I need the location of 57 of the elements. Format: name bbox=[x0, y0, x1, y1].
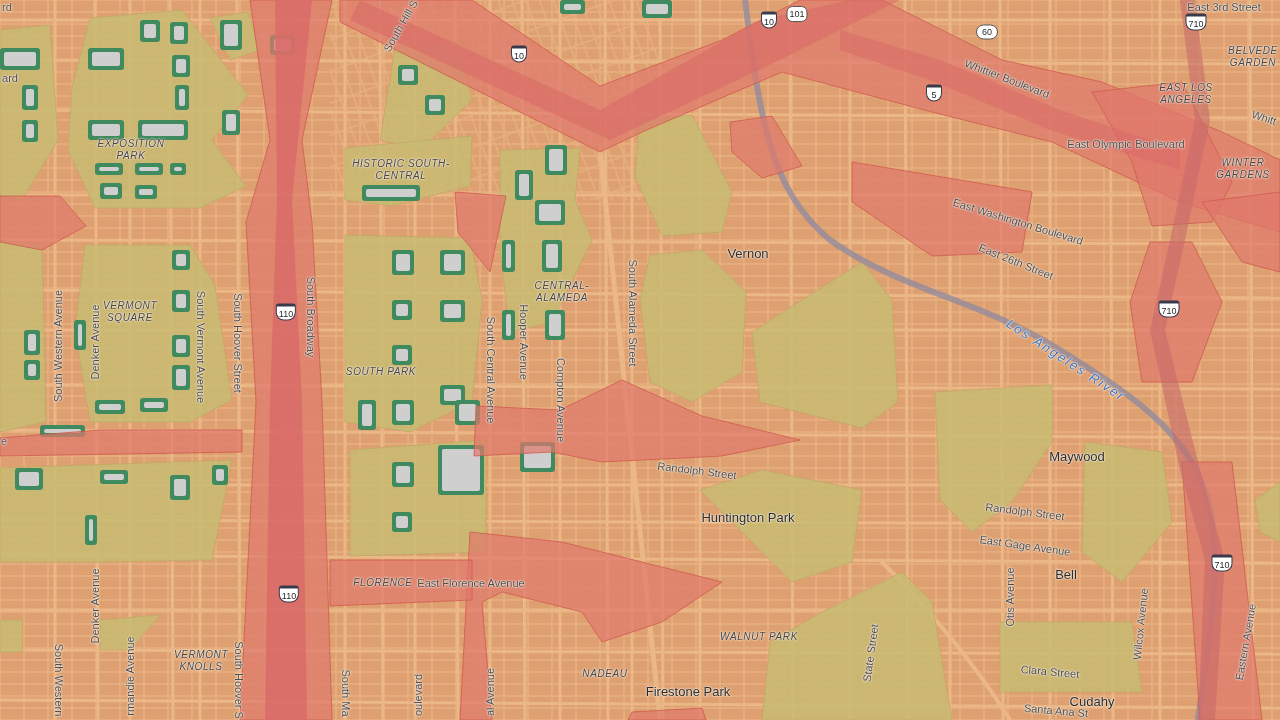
city-label: Huntington Park bbox=[701, 509, 795, 525]
street-label: Denker Avenue bbox=[88, 568, 102, 644]
street-label: South Western Avenue bbox=[51, 289, 65, 403]
street-label: South Ma bbox=[338, 669, 352, 717]
neighborhood-label: WALNUT PARK bbox=[720, 631, 798, 643]
city-label: Vernon bbox=[727, 245, 769, 261]
street-label: State Street bbox=[860, 623, 882, 683]
neighborhood-label: WINTER GARDENS bbox=[1216, 157, 1270, 181]
street-label: East 26th Street bbox=[977, 241, 1055, 283]
street-label: South Central Avenue bbox=[483, 316, 497, 424]
route-shield: 710 bbox=[1158, 300, 1180, 318]
street-label: South Alameda Street bbox=[625, 259, 639, 367]
street-label: South Western bbox=[51, 643, 65, 717]
route-shield: 710 bbox=[1211, 554, 1233, 572]
neighborhood-label: HISTORIC SOUTH- CENTRAL bbox=[352, 158, 450, 182]
street-label: Compton Avenue bbox=[553, 357, 567, 443]
street-label: South Vermont Avenue bbox=[193, 290, 207, 404]
street-label: South Hoover Street bbox=[230, 293, 244, 393]
route-shield: 5 bbox=[926, 84, 942, 102]
route-shield: 110 bbox=[278, 585, 300, 603]
neighborhood-label: NADEAU bbox=[582, 668, 628, 680]
route-shield: 101 bbox=[786, 6, 808, 22]
street-label: Randolph Street bbox=[656, 459, 738, 483]
street-label: ard bbox=[2, 71, 18, 85]
neighborhood-label: VERMONT SQUARE bbox=[102, 300, 158, 324]
city-label: Firestone Park bbox=[645, 683, 731, 699]
city-label: Bell bbox=[1055, 566, 1077, 582]
street-label: Otis Avenue bbox=[1003, 567, 1017, 627]
street-label: South Broadway bbox=[303, 276, 317, 358]
neighborhood-label: EXPOSITION PARK bbox=[97, 138, 165, 162]
neighborhood-label: FLORENCE bbox=[353, 577, 413, 589]
street-label: al Avenue bbox=[483, 667, 497, 717]
neighborhood-label: CENTRAL- ALAMEDA bbox=[534, 280, 590, 304]
neighborhood-label: SOUTH PARK bbox=[345, 366, 417, 378]
street-label: Whitt bbox=[1250, 107, 1278, 129]
route-shield: 710 bbox=[1185, 13, 1207, 31]
neighborhood-label: VERMONT KNOLLS bbox=[173, 649, 229, 673]
street-label: rmandie Avenue bbox=[123, 636, 137, 716]
street-label: South Hoover S bbox=[231, 641, 245, 719]
street-label: rd bbox=[2, 0, 12, 14]
route-shield: 110 bbox=[275, 303, 297, 321]
neighborhood-label: BELVEDE GARDEN bbox=[1228, 45, 1278, 69]
street-label: East Gage Avenue bbox=[978, 533, 1072, 559]
street-label: Clara Street bbox=[1020, 662, 1080, 682]
street-label: East Olympic Boulevard bbox=[1067, 137, 1185, 151]
street-label: Eastern Avenue bbox=[1232, 602, 1260, 682]
street-label: Hooper Avenue bbox=[516, 304, 530, 380]
street-label: oulevard bbox=[411, 673, 425, 717]
neighborhood-label: EAST LOS ANGELES bbox=[1159, 82, 1213, 106]
street-label: East Florence Avenue bbox=[417, 576, 525, 590]
street-label: Wilcox Avenue bbox=[1130, 587, 1152, 661]
street-label: Randolph Street bbox=[984, 500, 1066, 524]
street-label: Denker Avenue bbox=[88, 304, 102, 380]
city-label: Cudahy bbox=[1069, 693, 1115, 709]
city-label: Maywood bbox=[1049, 448, 1105, 464]
street-label: East 3rd Street bbox=[1187, 0, 1261, 14]
street-label: e bbox=[0, 434, 8, 448]
